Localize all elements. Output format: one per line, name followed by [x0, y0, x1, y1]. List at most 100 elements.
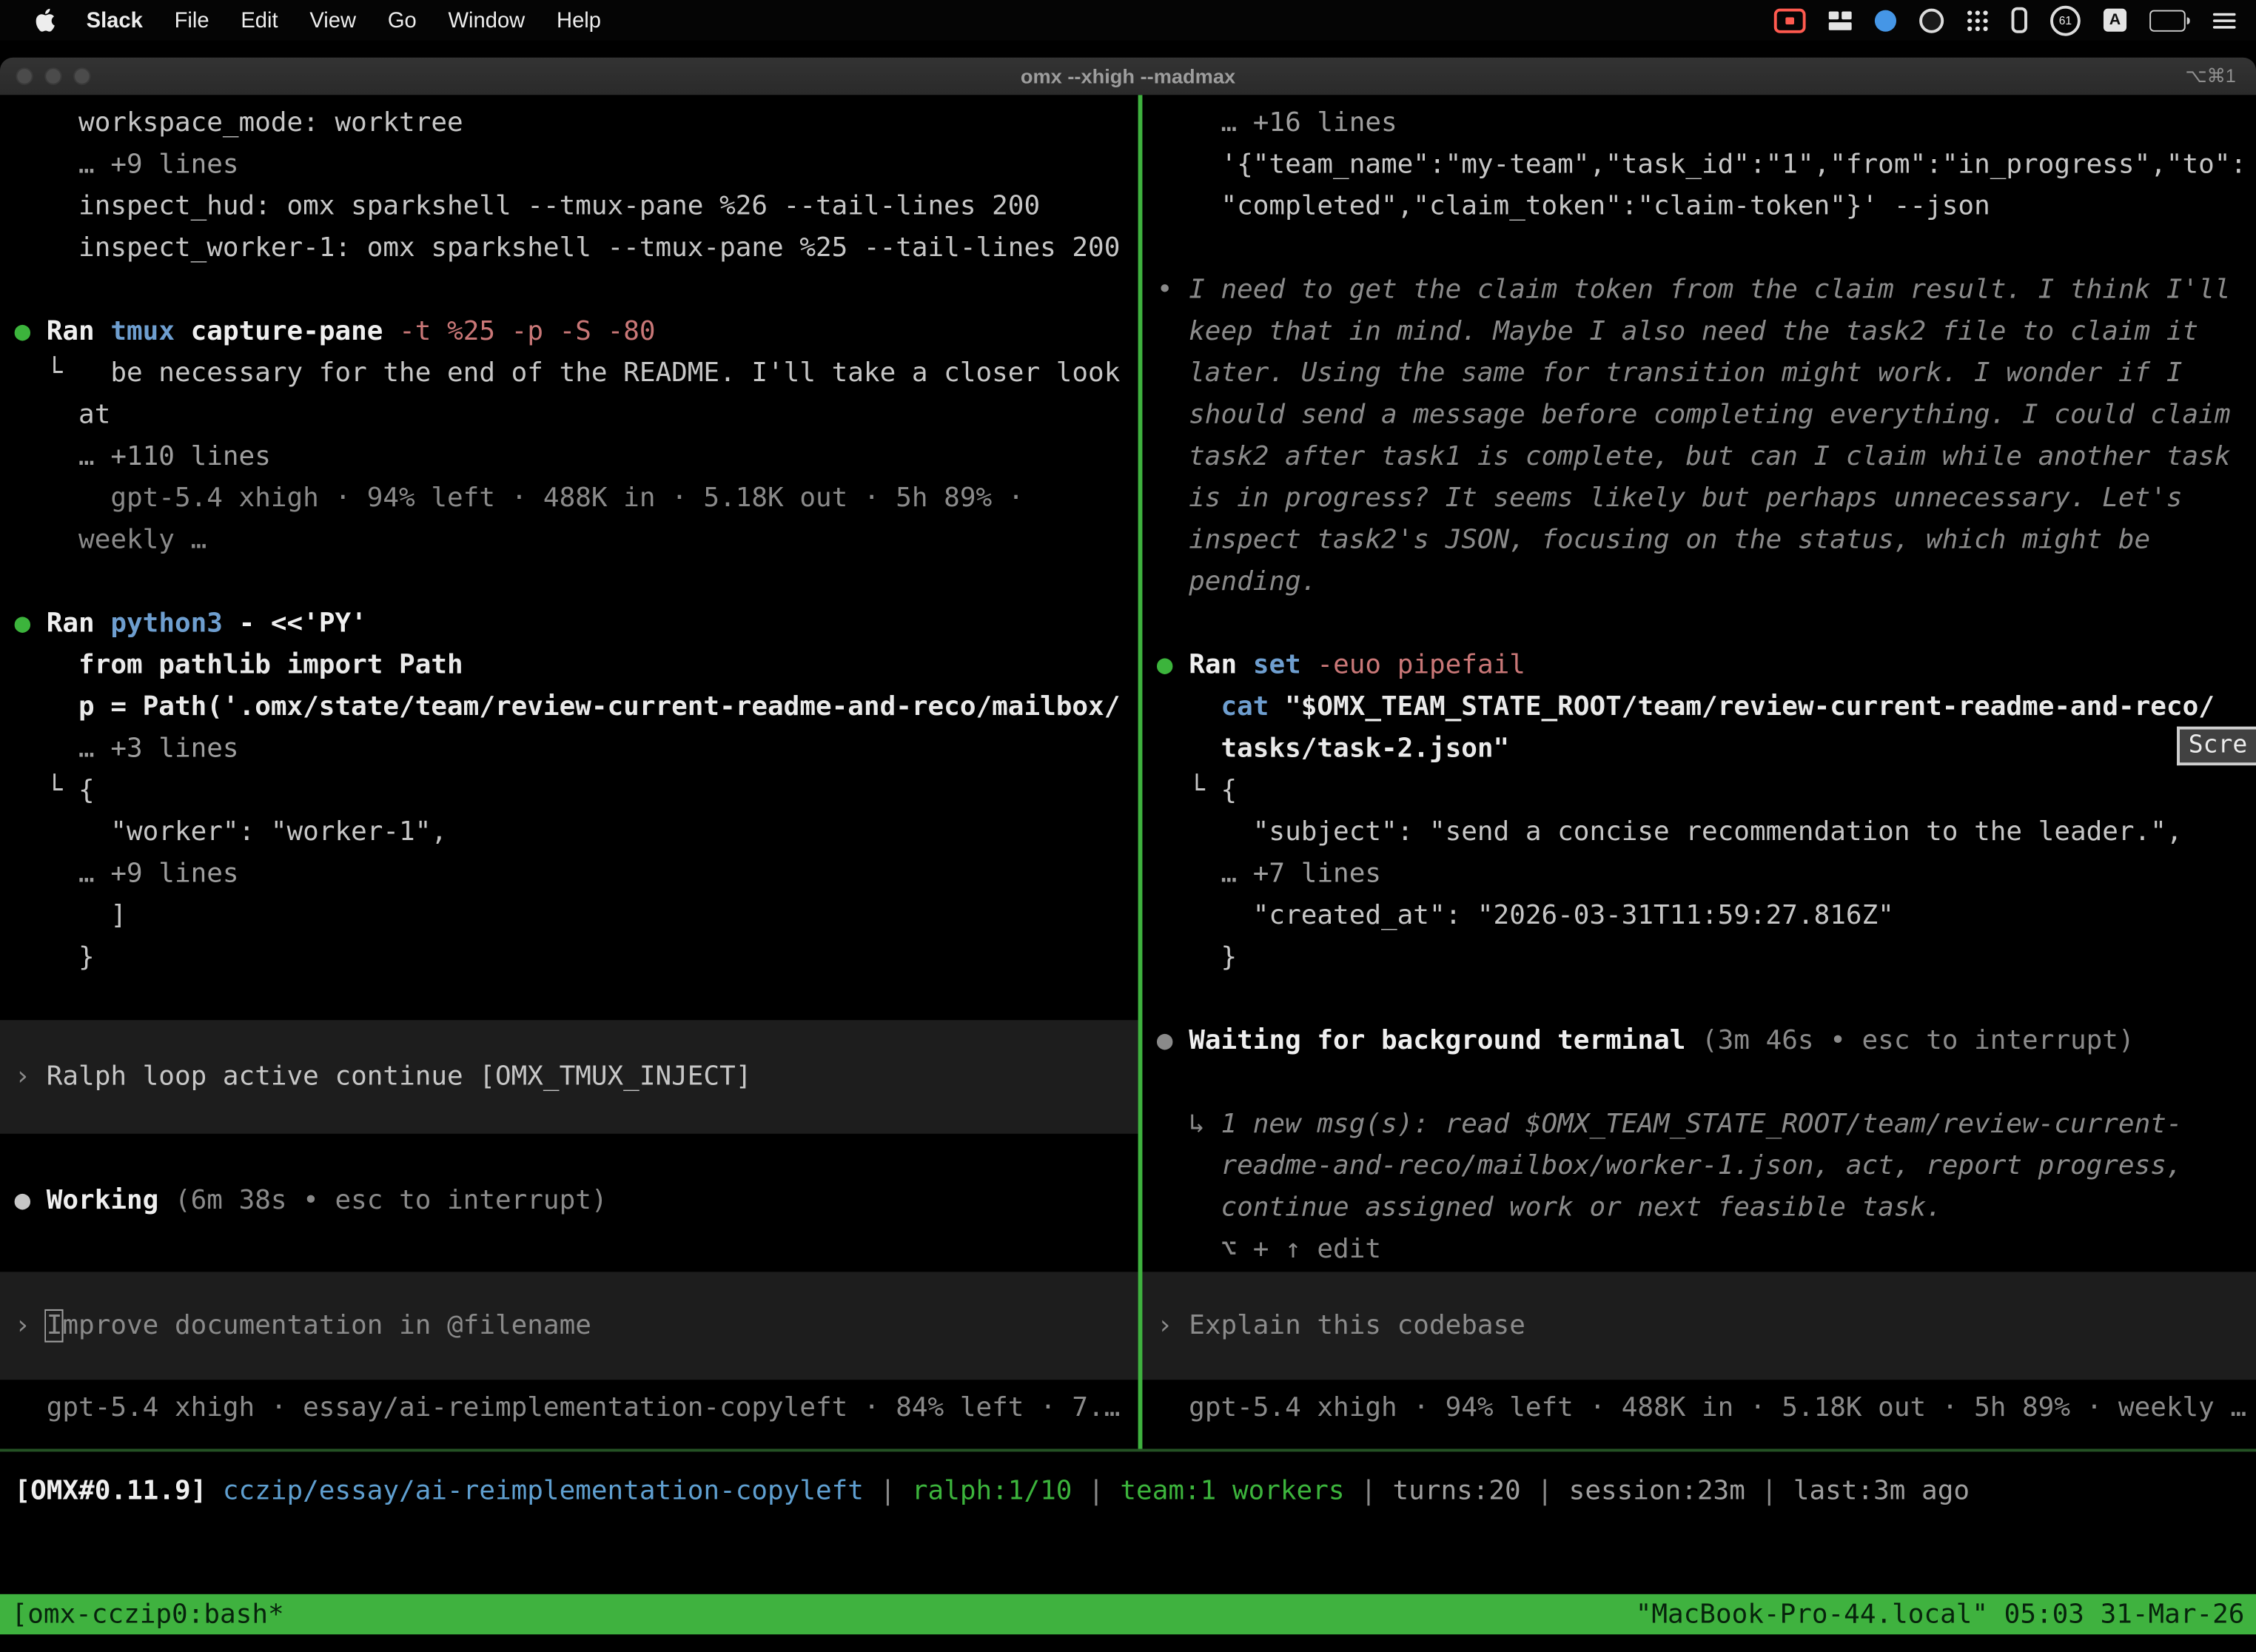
terminal-line: "subject": "send a concise recommendatio… [1142, 811, 2256, 853]
thinking-line: inspect task2's JSON, focusing on the st… [1142, 520, 2256, 561]
terminal-line: } [0, 936, 1138, 978]
code-line: from pathlib import Path [0, 645, 1138, 686]
omx-status-line: [OMX#0.11.9] cczip/essay/ai-reimplementa… [0, 1471, 2256, 1512]
right-pane[interactable]: … +16 lines '{"team_name":"my-team","tas… [1142, 95, 2256, 1448]
terminal-line: at [0, 394, 1138, 436]
screen-edge-tooltip: Scre [2177, 727, 2256, 765]
turns-counter: turns:20 [1392, 1476, 1520, 1506]
menu-edit[interactable]: Edit [225, 0, 294, 40]
blank-line [1142, 602, 2256, 644]
menu-bar-left: Slack File Edit View Go Window Help [0, 0, 617, 40]
menu-bar-status: 61 A [1774, 5, 2256, 36]
window-title-bar[interactable]: omx --xhigh --madmax ⌥⌘1 [0, 58, 2256, 95]
blank-line [0, 561, 1138, 602]
terminal-line: └ { [0, 770, 1138, 811]
terminal-line: "worker": "worker-1", [0, 811, 1138, 853]
bullet-icon: ● [1157, 651, 1189, 681]
ran-command-line: ● Ran set -euo pipefail [1142, 645, 2256, 686]
text-segment: I need to get the claim token from the c… [1189, 275, 2230, 305]
terminal-line: "created_at": "2026-03-31T11:59:27.816Z" [1142, 895, 2256, 936]
prompt-input[interactable]: › Improve documentation in @filename [0, 1272, 1138, 1380]
thinking-line: task2 after task1 is complete, but can I… [1142, 436, 2256, 477]
screen: Slack File Edit View Go Window Help 61 A [0, 0, 2256, 1652]
status-label: Working [47, 1186, 159, 1216]
menu-go[interactable]: Go [372, 0, 432, 40]
launchpad-dots-icon[interactable] [1967, 10, 1988, 31]
ran-label: Ran [47, 608, 111, 639]
menu-window[interactable]: Window [432, 0, 540, 40]
tmux-session-label: [omx-cczip0:bash* [12, 1599, 284, 1630]
status-detail: (6m 38s • esc to interrupt) [158, 1186, 607, 1216]
tmux-status-bar: [omx-cczip0:bash* "MacBook-Pro-44.local"… [0, 1594, 2256, 1634]
bullet-icon: ● [14, 608, 46, 639]
terminal-line: "completed","claim_token":"claim-token"}… [1142, 186, 2256, 227]
blue-app-icon[interactable] [1875, 10, 1896, 31]
terminal-line: inspect_worker-1: omx sparkshell --tmux-… [0, 227, 1138, 269]
thinking-line: should send a message before completing … [1142, 394, 2256, 436]
ran-label: Ran [47, 317, 111, 347]
command-text: python3 [110, 608, 223, 639]
apple-menu[interactable] [20, 0, 70, 40]
ring-app-icon[interactable] [1919, 8, 1944, 33]
command-args: -t %25 -p -S -80 [383, 317, 655, 347]
code-line: p = Path('.omx/state/team/review-current… [0, 686, 1138, 728]
list-status-icon[interactable] [2213, 11, 2236, 30]
terminal-line: '{"team_name":"my-team","task_id":"1","f… [1142, 144, 2256, 185]
terminal: workspace_mode: worktree … +9 lines insp… [0, 95, 2256, 1448]
thinking-line: • I need to get the claim token from the… [1142, 269, 2256, 311]
terminal-line: └ { [1142, 770, 2256, 811]
window-title: omx --xhigh --madmax [0, 64, 2256, 87]
pane-footer-stats: gpt-5.4 xhigh · 94% left · 488K in · 5.1… [1142, 1387, 2256, 1428]
command-text: - <<'PY' [223, 608, 367, 639]
desktop-gap [0, 40, 2256, 57]
chevron-icon: › [1157, 1311, 1189, 1341]
pane-bottom-border [0, 1448, 2256, 1451]
separator: | [1521, 1476, 1569, 1506]
command-text: "$OMX_TEAM_STATE_ROOT/team/review-curren… [1269, 692, 2214, 722]
separator: | [864, 1476, 912, 1506]
prompt-input[interactable]: › Explain this codebase [1142, 1272, 2256, 1380]
key-app-icon[interactable] [2012, 7, 2027, 33]
menu-view[interactable]: View [294, 0, 372, 40]
bullet-icon: ● [1157, 1026, 1189, 1056]
command-text: tmux [110, 317, 175, 347]
code-line: cat "$OMX_TEAM_STATE_ROOT/team/review-cu… [1142, 686, 2256, 728]
omx-version-tag: [OMX#0.11.9] [14, 1476, 207, 1506]
battery-percentage-badge[interactable]: 61 [2050, 5, 2081, 36]
prompt-banner-text: › Ralph loop active continue [OMX_TMUX_I… [0, 1056, 1138, 1098]
thinking-line: is in progress? It seems likely but perh… [1142, 477, 2256, 519]
separator: | [1072, 1476, 1120, 1506]
chevron-icon: › [14, 1311, 46, 1341]
mailbox-message-line: ↳ 1 new msg(s): read $OMX_TEAM_STATE_ROO… [1142, 1104, 2256, 1145]
screen-recording-indicator-icon[interactable] [1774, 8, 1806, 33]
model-stats-line: weekly … [0, 520, 1138, 561]
session-path: cczip/essay/ai-reimplementation-copyleft [207, 1476, 864, 1506]
window-layout-icon[interactable] [1829, 11, 1852, 30]
terminal-line: ] [0, 895, 1138, 936]
last-activity: last:3m ago [1793, 1476, 1970, 1506]
battery-icon[interactable] [2149, 10, 2189, 31]
menu-file[interactable]: File [158, 0, 225, 40]
apple-logo-icon [36, 9, 55, 32]
ran-command-line: ● Ran python3 - <<'PY' [0, 602, 1138, 644]
text-segment [1157, 692, 1221, 722]
placeholder-text: Explain this codebase [1189, 1311, 1525, 1341]
ran-command-line: ● Ran tmux capture-pane -t %25 -p -S -80 [0, 311, 1138, 352]
menu-help[interactable]: Help [541, 0, 617, 40]
menu-app-name[interactable]: Slack [70, 0, 158, 40]
prompt-banner[interactable]: › Ralph loop active continue [OMX_TMUX_I… [0, 1020, 1138, 1134]
blank-line [1142, 227, 2256, 269]
terminal-line: └ be necessary for the end of the README… [0, 352, 1138, 394]
input-source-icon[interactable]: A [2104, 9, 2126, 32]
tmux-host-clock: "MacBook-Pro-44.local" 05:03 31-Mar-26 [1636, 1599, 2245, 1630]
collapsed-lines-indicator: … +7 lines [1142, 853, 2256, 895]
left-pane[interactable]: workspace_mode: worktree … +9 lines insp… [0, 95, 1138, 1448]
team-counter: team:1 workers [1120, 1476, 1344, 1506]
code-line: tasks/task-2.json" [1142, 728, 2256, 770]
placeholder-text: mprove documentation in @filename [62, 1311, 591, 1341]
blank-line [1142, 978, 2256, 1020]
ralph-counter: ralph:1/10 [912, 1476, 1072, 1506]
mailbox-message-line: readme-and-reco/mailbox/worker-1.json, a… [1142, 1145, 2256, 1186]
bullet-icon: ● [14, 317, 46, 347]
pane-footer-stats: gpt-5.4 xhigh · essay/ai-reimplementatio… [0, 1387, 1138, 1428]
